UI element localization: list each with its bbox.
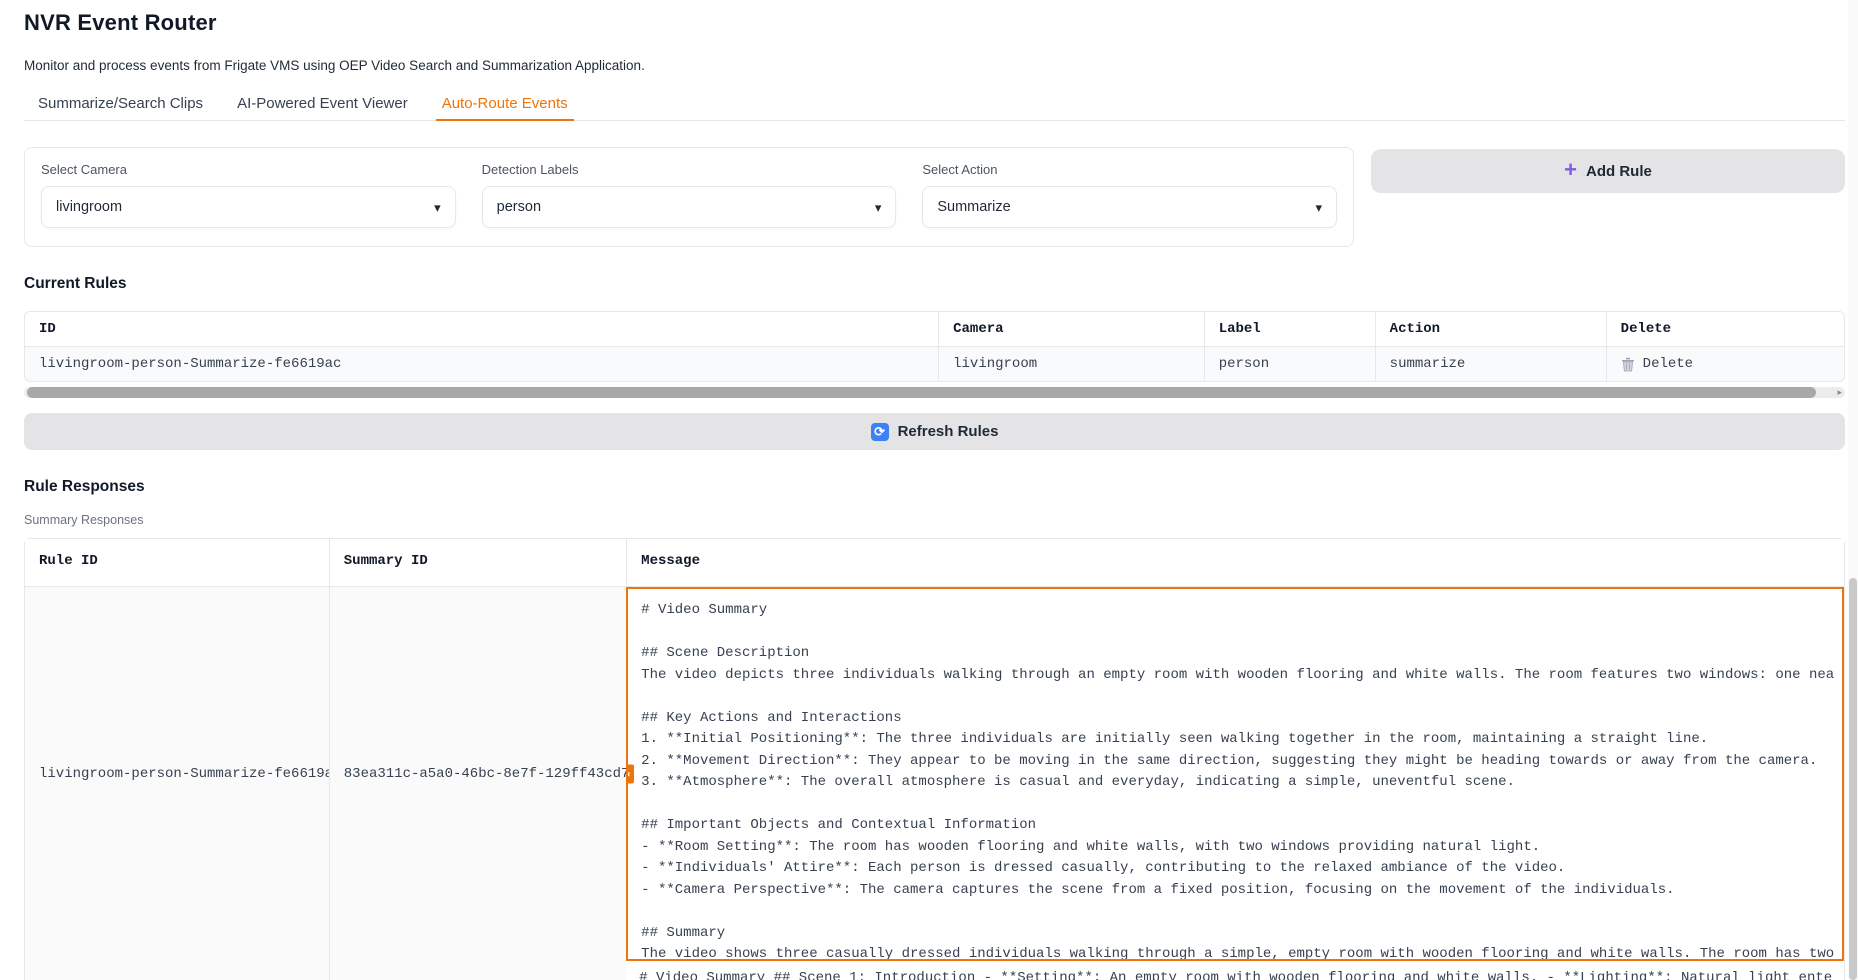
refresh-icon: ⟳ [871, 423, 889, 441]
rule-action-cell[interactable]: summarize [1375, 347, 1606, 381]
delete-rule-button[interactable]: Delete [1606, 347, 1844, 381]
plus-icon: + [1564, 159, 1577, 181]
camera-field-label: Select Camera [41, 162, 456, 177]
current-rules-table: ID Camera Label Action Delete livingroom… [24, 311, 1845, 382]
camera-dropdown[interactable]: livingroom ▾ [41, 186, 456, 228]
current-rules-heading: Current Rules [24, 275, 1845, 293]
rule-form-row: Select Camera livingroom ▾ Detection Lab… [24, 147, 1845, 247]
detection-labels-field-label: Detection Labels [482, 162, 897, 177]
cell-expand-handle[interactable]: ◂ [626, 765, 634, 784]
rule-camera-cell[interactable]: livingroom [938, 347, 1204, 381]
app-page: NVR Event Router Monitor and process eve… [0, 0, 1858, 980]
rule-responses-heading: Rule Responses [24, 478, 1845, 496]
action-field-label: Select Action [922, 162, 1337, 177]
tab-bar: Summarize/Search Clips AI-Powered Event … [24, 89, 1845, 121]
column-header-message: Message [626, 539, 1844, 587]
summary-responses-label: Summary Responses [24, 513, 1845, 527]
response-message-cell-selected[interactable]: ◂ # Video Summary ## Scene Description T… [626, 587, 1844, 961]
column-header-id: ID [25, 312, 938, 347]
column-header-label: Label [1204, 312, 1375, 347]
column-header-summary-id: Summary ID [329, 539, 626, 587]
scrollbar-right-arrow-icon[interactable]: ▸ [1837, 387, 1842, 398]
action-field: Select Action Summarize ▾ [922, 162, 1337, 228]
detection-labels-field: Detection Labels person ▾ [482, 162, 897, 228]
detection-labels-dropdown[interactable]: person ▾ [482, 186, 897, 228]
collapse-left-icon: ◂ [626, 769, 629, 779]
trash-icon [1621, 357, 1635, 372]
rule-label-cell[interactable]: person [1204, 347, 1375, 381]
camera-dropdown-value: livingroom [56, 199, 122, 215]
response-message-text: # Video Summary ## Scene Description The… [641, 600, 1829, 961]
response-message-cell[interactable]: # Video Summary ## Scene 1: Introduction… [626, 961, 1844, 980]
add-rule-button-label: Add Rule [1586, 163, 1652, 180]
tab-auto-route-events[interactable]: Auto-Route Events [428, 89, 582, 120]
camera-field: Select Camera livingroom ▾ [41, 162, 456, 228]
column-header-camera: Camera [938, 312, 1204, 347]
page-vertical-scrollbar[interactable] [1848, 0, 1858, 980]
rules-table-scrollbar-thumb[interactable] [27, 387, 1816, 398]
rule-form-card: Select Camera livingroom ▾ Detection Lab… [24, 147, 1354, 247]
page-subtitle: Monitor and process events from Frigate … [24, 58, 1845, 73]
chevron-down-icon[interactable]: ▾ [875, 201, 882, 214]
tab-ai-powered-event-viewer[interactable]: AI-Powered Event Viewer [223, 89, 422, 120]
detection-labels-dropdown-value: person [497, 199, 541, 215]
column-header-delete: Delete [1606, 312, 1844, 347]
column-header-action: Action [1375, 312, 1606, 347]
tab-summarize-search-clips[interactable]: Summarize/Search Clips [24, 89, 217, 120]
response-summary-id-cell[interactable]: 83ea311c-a5a0-46bc-8e7f-129ff43cd7 [329, 587, 626, 961]
refresh-rules-button[interactable]: ⟳ Refresh Rules [24, 413, 1845, 450]
action-dropdown-value: Summarize [937, 199, 1010, 215]
chevron-down-icon[interactable]: ▾ [1315, 201, 1322, 214]
add-rule-button[interactable]: + Add Rule [1371, 149, 1845, 193]
chevron-down-icon[interactable]: ▾ [434, 201, 441, 214]
action-dropdown[interactable]: Summarize ▾ [922, 186, 1337, 228]
delete-rule-label: Delete [1643, 356, 1693, 372]
response-rule-id-cell[interactable]: livingroom-person-Summarize-fe6619a [25, 961, 329, 980]
rules-table-horizontal-scrollbar[interactable]: ▸ [24, 387, 1845, 398]
page-title: NVR Event Router [24, 10, 1845, 36]
refresh-rules-button-label: Refresh Rules [898, 423, 999, 440]
response-summary-id-cell[interactable]: f0672a38-0eac-483e-8eda-0a0ed58313 [329, 961, 626, 980]
page-scrollbar-thumb[interactable] [1849, 578, 1857, 980]
response-rule-id-cell[interactable]: livingroom-person-Summarize-fe6619a [25, 587, 329, 961]
summary-responses-table: Rule ID Summary ID Message livingroom-pe… [24, 538, 1845, 980]
rule-id-cell[interactable]: livingroom-person-Summarize-fe6619ac [25, 347, 938, 381]
column-header-rule-id: Rule ID [25, 539, 329, 587]
